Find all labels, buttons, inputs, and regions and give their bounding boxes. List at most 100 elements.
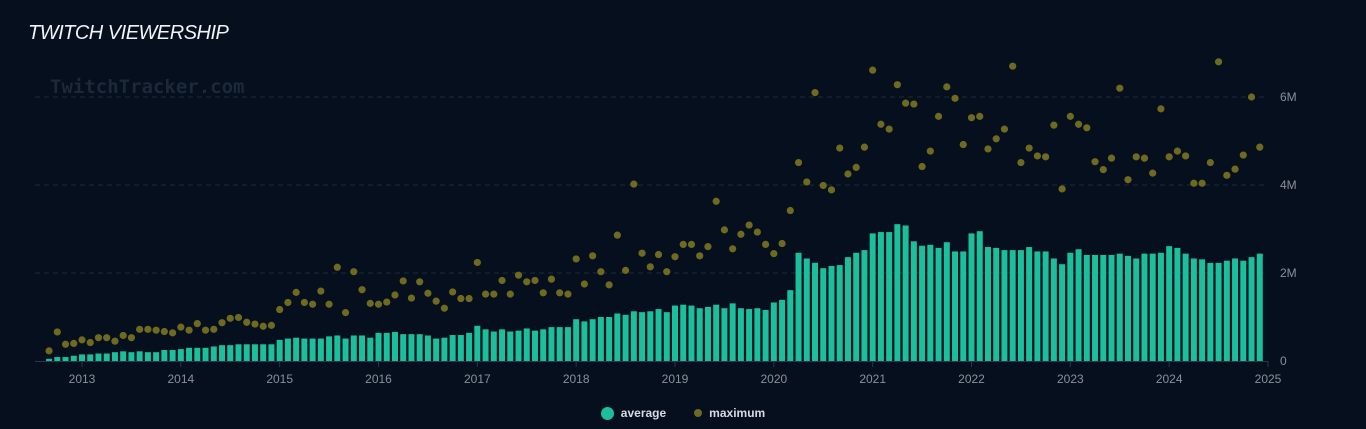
maximum-point <box>177 323 185 331</box>
maximum-point <box>926 147 934 155</box>
x-tick-label: 2016 <box>365 372 392 386</box>
maximum-point <box>111 337 119 345</box>
maximum-point <box>613 231 621 239</box>
maximum-point <box>1256 143 1264 151</box>
maximum-point <box>432 297 440 305</box>
legend-item-maximum[interactable]: maximum <box>694 406 765 420</box>
maximum-point <box>794 158 803 167</box>
maximum-point <box>1083 124 1091 132</box>
average-bar <box>474 325 481 361</box>
maximum-point <box>407 294 416 302</box>
maximum-point <box>168 329 177 337</box>
maximum-point <box>539 289 547 297</box>
x-tick-label: 2023 <box>1057 372 1084 386</box>
maximum-point <box>860 143 869 151</box>
average-bar <box>680 304 687 361</box>
average-bar <box>1034 251 1041 361</box>
average-bar <box>952 251 959 361</box>
average-bar <box>820 268 827 361</box>
average-bar <box>103 353 110 361</box>
maximum-point <box>827 186 836 194</box>
average-bar <box>1124 255 1131 361</box>
maximum-point <box>852 163 860 171</box>
maximum-point <box>1107 154 1116 162</box>
x-tick-label: 2020 <box>760 372 787 386</box>
average-bar <box>1075 249 1082 361</box>
average-bar <box>993 247 1000 361</box>
maximum-point <box>753 228 761 236</box>
average-bar <box>95 353 102 361</box>
maximum-point <box>317 287 325 295</box>
maximum-point <box>589 252 597 260</box>
maximum-point <box>597 268 605 276</box>
average-bar <box>235 344 242 361</box>
maximum-point <box>333 263 341 271</box>
average-bar <box>342 338 349 361</box>
maximum-point <box>778 239 786 248</box>
average-bar <box>647 311 654 361</box>
maximum-point <box>259 322 267 330</box>
x-tick-label: 2021 <box>859 372 886 386</box>
average-swatch-icon <box>600 406 614 420</box>
maximum-point <box>481 290 490 298</box>
average-bar <box>606 317 613 361</box>
maximum-point <box>144 325 152 333</box>
maximum-point <box>1066 112 1074 120</box>
average-bar <box>630 311 637 361</box>
average-bar <box>210 346 217 361</box>
maximum-point <box>284 298 292 307</box>
average-bar <box>1133 258 1140 361</box>
maximum-point <box>1033 152 1041 160</box>
average-bar <box>1190 258 1197 361</box>
maximum-point <box>959 140 967 149</box>
maximum-point <box>836 144 844 152</box>
maximum-point <box>943 83 951 91</box>
maximum-point <box>1214 58 1223 66</box>
maximum-point <box>383 298 391 306</box>
average-bar <box>960 251 967 361</box>
legend-label-maximum: maximum <box>709 406 766 420</box>
maximum-point <box>1190 179 1198 187</box>
maximum-point <box>251 320 259 328</box>
maximum-point <box>267 321 276 329</box>
maximum-point <box>350 268 358 276</box>
maximum-point <box>325 300 333 308</box>
maximum-point <box>811 89 819 97</box>
maximum-point <box>564 290 572 298</box>
average-bar <box>1059 264 1066 361</box>
maximum-point <box>934 112 943 120</box>
maximum-point <box>1124 176 1132 184</box>
legend-item-average[interactable]: average <box>600 406 666 420</box>
average-bar <box>976 231 983 361</box>
maximum-point <box>1025 144 1033 152</box>
maximum-point <box>556 289 564 297</box>
average-bar <box>375 332 382 361</box>
maximum-point <box>1157 105 1165 113</box>
average-bar <box>812 262 819 361</box>
maximum-point <box>1140 154 1149 162</box>
average-bar <box>276 339 283 361</box>
y-tick-label: 2M <box>1280 266 1297 280</box>
maximum-point <box>234 313 243 322</box>
x-tick-label: 2019 <box>662 372 689 386</box>
average-bar <box>573 319 580 361</box>
maximum-point <box>580 280 589 288</box>
average-bar <box>111 352 118 361</box>
average-bar <box>1108 254 1115 361</box>
average-bar <box>268 344 275 361</box>
average-bar <box>515 330 522 361</box>
x-tick-label: 2015 <box>266 372 293 386</box>
average-bar <box>128 352 135 361</box>
average-bar <box>540 329 547 361</box>
maximum-point <box>86 338 94 347</box>
maximum-point <box>366 299 374 307</box>
maximum-point <box>1050 121 1058 129</box>
average-bar <box>490 331 497 361</box>
x-tick-label: 2013 <box>69 372 96 386</box>
maximum-point <box>53 328 61 336</box>
maximum-point <box>1149 169 1157 177</box>
y-tick-label: 6M <box>1280 90 1297 104</box>
average-bar <box>861 250 868 361</box>
maximum-point <box>94 334 103 342</box>
maximum-point <box>374 300 383 308</box>
